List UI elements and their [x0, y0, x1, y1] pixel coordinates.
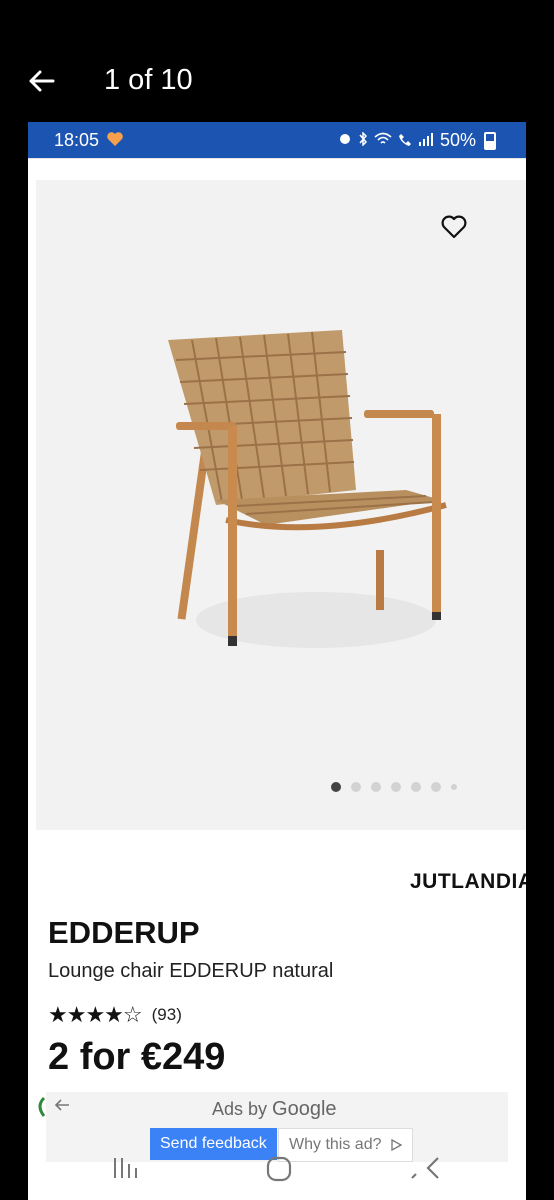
product-name: EDDERUP [48, 915, 200, 950]
alarm-icon [338, 130, 352, 151]
gallery-pagination [331, 782, 457, 792]
ad-back-arrow-icon[interactable] [54, 1096, 70, 1117]
status-bar: 18:05 50% [28, 122, 526, 158]
pagination-dot[interactable] [371, 782, 381, 792]
favorite-heart-icon[interactable] [440, 214, 468, 242]
brand-logo: JUTLANDIA® [410, 870, 526, 893]
signal-icon [418, 130, 434, 151]
bluetooth-icon [358, 130, 368, 151]
play-triangle-icon [391, 1138, 403, 1151]
review-count: (93) [151, 1005, 182, 1024]
status-time: 18:05 [54, 130, 100, 150]
home-icon[interactable] [264, 1154, 294, 1190]
product-gallery[interactable] [36, 180, 526, 830]
viewer-header: 1 of 10 [0, 0, 554, 122]
back-arrow-icon[interactable] [26, 66, 56, 96]
phone-screenshot: 18:05 50% JUTLANDIA EDDERUP Lounge chair… [28, 122, 526, 1200]
send-feedback-button[interactable]: Send feedback [150, 1128, 277, 1160]
pagination-dot[interactable] [431, 782, 441, 792]
status-icons: 50% [338, 130, 496, 151]
pagination-dot[interactable] [451, 784, 457, 790]
pagination-dot[interactable] [351, 782, 361, 792]
image-counter: 1 of 10 [104, 64, 193, 96]
chair-image [168, 330, 447, 648]
product-description: Lounge chair EDDERUP natural [48, 960, 334, 982]
why-this-ad-button[interactable]: Why this ad? [278, 1128, 413, 1162]
wifi-icon [374, 130, 392, 151]
ad-bar: Ads by Google Send feedback Why this ad? [38, 1092, 508, 1162]
back-nav-icon[interactable] [408, 1154, 442, 1188]
battery-icon [484, 131, 496, 150]
ads-by-google-label: Ads by Google [212, 1098, 337, 1120]
product-price: 2 for €249 [48, 1036, 226, 1078]
heart-badge-icon [106, 131, 124, 152]
rating-stars: ★★★★☆ [48, 1002, 143, 1027]
call-icon [398, 130, 412, 151]
battery-text: 50% [439, 130, 476, 150]
product-rating[interactable]: ★★★★☆ (93) [48, 1002, 182, 1028]
ad-leaf-icon [38, 1096, 46, 1117]
header-strip [28, 158, 526, 180]
recents-icon[interactable] [112, 1154, 144, 1186]
pagination-dot[interactable] [411, 782, 421, 792]
pagination-dot[interactable] [331, 782, 341, 792]
pagination-dot[interactable] [391, 782, 401, 792]
